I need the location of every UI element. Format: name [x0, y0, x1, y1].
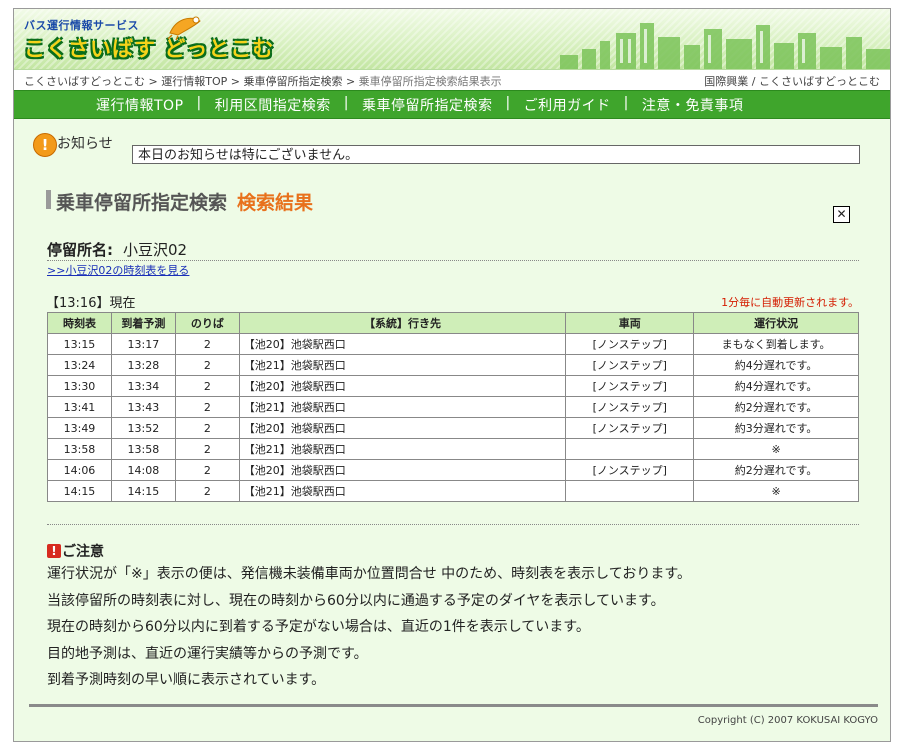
organization-label: 国際興業 / こくさいばすどっとこむ: [704, 75, 880, 88]
table-row: 14:15 14:15 2 【池21】池袋駅西口 ※: [47, 480, 859, 502]
table-row: 13:49 13:52 2 【池20】池袋駅西口 [ノンステップ] 約3分遅れです。: [47, 417, 859, 439]
caution-note: 現在の時刻から60分以内に到着する予定がない場合は、直近の1件を表示しています。: [47, 619, 590, 636]
page-title: 乗車停留所指定検索 検索結果: [56, 192, 314, 214]
site-logo[interactable]: こくさいばす どっとこむ: [24, 33, 274, 63]
table-row: 13:41 13:43 2 【池21】池袋駅西口 [ノンステップ] 約2分遅れです。: [47, 396, 859, 418]
col-header-platform: のりば: [174, 312, 240, 334]
nav-item-top[interactable]: 運行情報TOP: [96, 95, 184, 115]
caution-note: 到着予測時刻の早い順に表示されています。: [47, 672, 326, 689]
notice-label: お知らせ: [57, 136, 113, 152]
timetable-link[interactable]: >>小豆沢02の時刻表を見る: [47, 262, 189, 278]
breadcrumb-home-link[interactable]: こくさいばすどっとこむ: [24, 75, 145, 88]
caution-note: 運行状況が「※」表示の便は、発信機未装備車両か位置問合せ 中のため、時刻表を表示…: [47, 566, 691, 582]
breadcrumb-current: 乗車停留所指定検索結果表示: [358, 75, 502, 88]
caution-note: 当該停留所の時刻表に対し、現在の時刻から60分以内に通過する予定のダイヤを表示し…: [47, 592, 665, 609]
title-accent-bar: [46, 190, 51, 209]
table-row: 13:58 13:58 2 【池21】池袋駅西口 ※: [47, 438, 859, 460]
table-row: 14:06 14:08 2 【池20】池袋駅西口 [ノンステップ] 約2分遅れです。: [47, 459, 859, 481]
nav-item-disclaimer[interactable]: 注意・免責事項: [642, 95, 744, 115]
page-frame: バス運行情報サービス こくさいばす どっとこむ こくさいばすどっとこむ > 運行…: [13, 8, 891, 742]
exclamation-circle-icon: !: [33, 133, 57, 157]
close-icon[interactable]: ✕: [833, 206, 850, 223]
col-header-destination: 【系統】行き先: [238, 312, 567, 334]
caution-heading: ご注意: [62, 544, 104, 560]
stop-name: 停留所名: 小豆沢02: [47, 241, 188, 259]
col-header-vehicle: 車両: [565, 312, 695, 334]
col-header-arrival: 到着予測: [110, 312, 176, 334]
bus-schedule-table: 時刻表 到着予測 のりば 【系統】行き先 車両 運行状況 13:15 13:17 2…: [47, 312, 859, 502]
table-row: 13:15 13:17 2 【池20】池袋駅西口 [ノンステップ] まもなく到着します。: [47, 333, 859, 355]
bus-mascot-icon: [167, 16, 201, 41]
col-header-timetable: 時刻表: [47, 312, 112, 334]
notice-text: 本日のお知らせは特にございません。: [132, 145, 860, 164]
divider: [47, 260, 859, 261]
table-header-row: 時刻表 到着予測 のりば 【系統】行き先 車両 運行状況: [47, 312, 859, 334]
page-title-result: 検索結果: [237, 192, 314, 214]
city-skyline-icon: [560, 23, 890, 69]
breadcrumb-top-link[interactable]: 運行情報TOP: [161, 75, 227, 88]
main-nav: 運行情報TOP | 利用区間指定検索 | 乗車停留所指定検索 | ご利用ガイド …: [14, 90, 890, 119]
caution-note: 目的地予測は、直近の運行実績等からの予測です。: [47, 645, 368, 662]
table-row: 13:30 13:34 2 【池20】池袋駅西口 [ノンステップ] 約4分遅れです。: [47, 375, 859, 397]
auto-refresh-note: 1分毎に自動更新されます。: [721, 296, 859, 309]
caution-notes: 運行状況が「※」表示の便は、発信機未装備車両か位置問合せ 中のため、時刻表を表示…: [47, 561, 691, 694]
table-row: 13:24 13:28 2 【池21】池袋駅西口 [ノンステップ] 約4分遅れです。: [47, 354, 859, 376]
nav-item-route-search[interactable]: 利用区間指定検索: [215, 95, 331, 115]
exclamation-square-icon: !: [47, 544, 61, 558]
current-time: 【13:16】現在: [46, 296, 136, 311]
site-header: バス運行情報サービス こくさいばす どっとこむ: [14, 9, 890, 69]
footer-divider: [29, 704, 878, 707]
col-header-status: 運行状況: [693, 312, 859, 334]
breadcrumb-search-link[interactable]: 乗車停留所指定検索: [243, 75, 342, 88]
copyright: Copyright (C) 2007 KOKUSAI KOGYO: [697, 715, 878, 726]
logo-subtitle: バス運行情報サービス: [24, 19, 139, 32]
nav-item-guide[interactable]: ご利用ガイド: [524, 95, 611, 115]
breadcrumb: こくさいばすどっとこむ > 運行情報TOP > 乗車停留所指定検索 > 乗車停留…: [14, 69, 890, 90]
divider: [47, 524, 859, 525]
nav-item-stop-search[interactable]: 乗車停留所指定検索: [362, 95, 493, 115]
